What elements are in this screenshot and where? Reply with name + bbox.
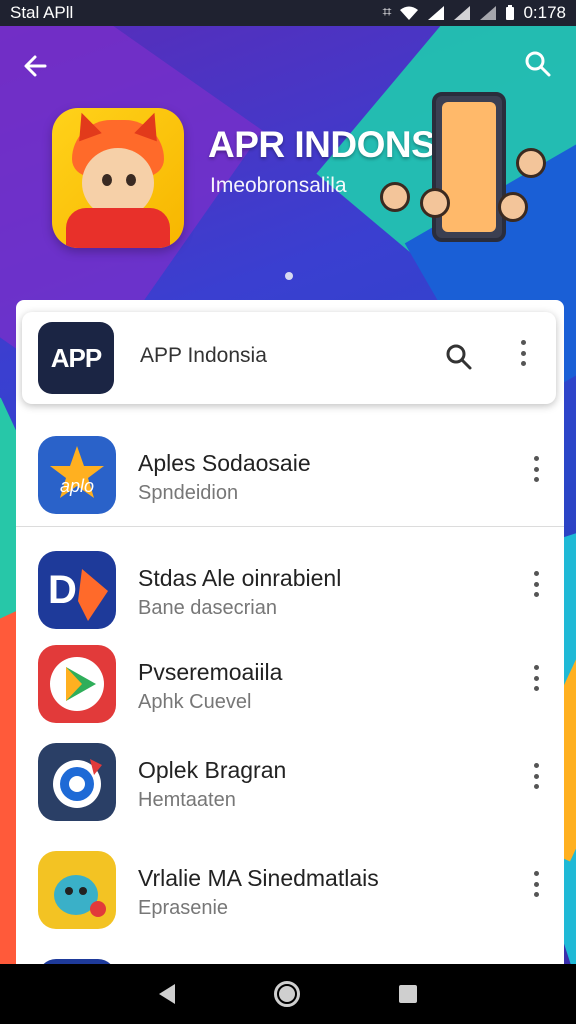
carrier-label: Stal APll: [10, 3, 74, 22]
back-button[interactable]: [18, 48, 54, 84]
divider: [16, 526, 564, 527]
signal-icon: [454, 6, 471, 20]
search-icon: [525, 51, 551, 77]
more-vert-icon: [526, 871, 546, 897]
app-subtitle: Spndeidion: [138, 482, 239, 504]
hero-banner: APR INDONSIA Imeobronsalila: [0, 92, 576, 292]
nav-back-icon[interactable]: [159, 984, 176, 1004]
app-subtitle: Aphk Cuevel: [138, 691, 252, 713]
signal-icon: [480, 6, 497, 20]
top-bar: [0, 42, 576, 92]
arrow-left-icon: [24, 55, 47, 77]
list-item[interactable]: Pvseremoaiila Aphk Cuevel: [16, 627, 564, 735]
more-vert-icon: [526, 763, 546, 789]
page-indicator-dot: [285, 272, 293, 280]
list-item[interactable]: Vrlalie MA Sinedmatlais Eprasenie: [16, 833, 564, 941]
search-button[interactable]: [522, 48, 558, 84]
app-icon: aplo: [38, 436, 116, 514]
item-more-button[interactable]: [526, 763, 546, 797]
app-icon: D: [38, 551, 116, 629]
search-icon: [446, 344, 472, 370]
app-icon: [38, 851, 116, 929]
svg-text:D: D: [48, 568, 77, 612]
app-subtitle: Bane dasecrian: [138, 597, 277, 619]
app-list: aplo Aples Sodaosaie Spndeidion D Stdas …: [16, 418, 564, 989]
nav-home-icon[interactable]: [273, 981, 300, 1007]
more-vert-icon: [526, 571, 546, 597]
clock: 0:178: [523, 3, 566, 22]
item-more-button[interactable]: [526, 571, 546, 605]
app-name: Aples Sodaosaie: [138, 450, 311, 476]
item-more-button[interactable]: [526, 871, 546, 905]
app-logo-text: APP: [50, 342, 102, 373]
svg-text:aplo: aplo: [60, 476, 94, 496]
app-name: Oplek Bragran: [138, 757, 287, 783]
app-subtitle: Eprasenie: [138, 897, 229, 919]
item-more-button[interactable]: [526, 665, 546, 699]
signal-icon: [428, 6, 445, 20]
list-item[interactable]: D Stdas Ale oinrabienl Bane dasecrian: [16, 533, 564, 641]
featured-app-icon[interactable]: [52, 108, 184, 248]
system-nav-bar: [0, 964, 576, 1024]
app-search-card[interactable]: APP APP Indonsia: [22, 312, 556, 404]
card-search-button[interactable]: [442, 340, 476, 374]
more-vert-icon: [510, 340, 536, 366]
status-bar: Stal APll ⌗ 0:178: [0, 0, 576, 26]
more-vert-icon: [526, 456, 546, 482]
app-name: Stdas Ale oinrabienl: [138, 565, 342, 591]
app-icon: [38, 645, 116, 723]
search-card-title: APP Indonsia: [140, 344, 267, 367]
app-name: Pvseremoaiila: [138, 659, 283, 685]
app-subtitle: Hemtaaten: [138, 789, 236, 811]
list-item[interactable]: Oplek Bragran Hemtaaten: [16, 725, 564, 833]
app-logo: APP: [38, 322, 114, 394]
banner-subtitle: Imeobronsalila: [210, 174, 347, 197]
nav-recents-icon[interactable]: [398, 985, 417, 1003]
kids-illustration: [380, 92, 546, 262]
app-name: Vrlalie MA Sinedmatlais: [138, 865, 379, 891]
list-item[interactable]: aplo Aples Sodaosaie Spndeidion: [16, 418, 564, 526]
wifi-icon: [400, 6, 419, 20]
more-vert-icon: [526, 665, 546, 691]
card-more-button[interactable]: [510, 340, 536, 374]
item-more-button[interactable]: [526, 456, 546, 490]
app-icon: [38, 743, 116, 821]
battery-icon: [506, 5, 515, 20]
nfc-icon: ⌗: [382, 4, 392, 21]
